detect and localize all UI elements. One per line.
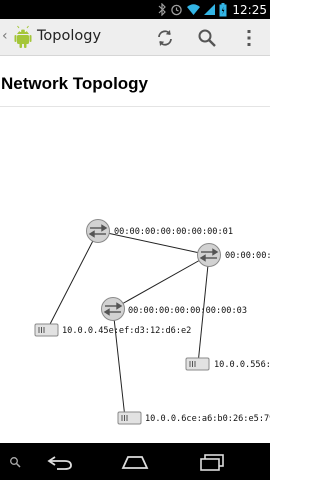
switch-node[interactable] [101,297,125,321]
wifi-icon [187,4,201,15]
recent-apps-icon [200,454,224,471]
refresh-button[interactable] [150,23,180,53]
link-switch1-host1 [46,230,99,331]
status-time: 12:25 [232,2,267,17]
search-icon [10,457,21,468]
status-bar: 12:25 [0,0,270,19]
host-node[interactable] [34,323,59,337]
action-bar: ‹ Topology [0,19,270,56]
topology-canvas[interactable]: 00:00:00:00:00:00:00:01 00:00:00:00:00:0… [0,107,270,443]
switch-label: 00:00:00:00:00:00:00:03 [128,306,247,316]
home-button[interactable] [118,451,152,473]
host-node[interactable] [185,357,210,371]
switch-node[interactable] [86,219,110,243]
status-icons: 12:25 [157,0,270,19]
alarm-icon [171,4,183,16]
page-title: Network Topology [1,74,149,93]
search-button[interactable] [192,23,222,53]
switch-label: 00:00:00:00:00:00:00:02 [225,251,270,261]
battery-icon [219,2,227,16]
page-heading: Network Topology [0,70,270,106]
switch-node[interactable] [197,243,221,267]
navigation-bar [0,443,270,480]
android-app-icon[interactable] [10,24,36,50]
app-title: Topology [37,28,102,44]
host-label: 10.0.0.556:d6 [214,360,270,370]
host-label: 10.0.0.6ce:a6:b0:26:e5:79 [145,414,270,424]
back-arrow-icon [47,456,72,470]
overflow-menu-icon [247,30,251,46]
host-label: 10.0.0.45e:ef:d3:12:d6:e2 [62,326,191,336]
overflow-menu-button[interactable] [234,23,264,53]
back-button[interactable] [44,451,76,473]
recent-apps-button[interactable] [195,451,229,473]
host-node[interactable] [117,411,142,425]
link-switch2-switch3 [112,254,210,310]
up-caret-icon[interactable]: ‹ [2,28,8,44]
switch-label: 00:00:00:00:00:00:00:01 [114,227,233,237]
home-icon [121,456,149,469]
bluetooth-icon [158,3,167,16]
refresh-icon [158,30,172,46]
search-icon [198,29,216,47]
signal-icon [204,4,216,15]
nav-search-button[interactable] [8,451,22,473]
